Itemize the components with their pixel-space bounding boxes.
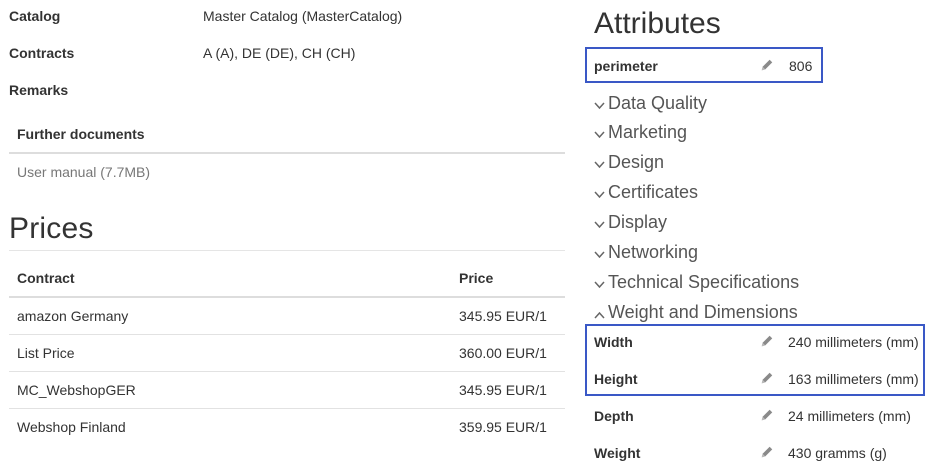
attribute-value: 430 gramms (g)	[788, 445, 887, 461]
contract-cell: Webshop Finland	[9, 407, 451, 445]
chevron-down-icon	[594, 276, 608, 291]
table-row: amazon Germany 345.95 EUR/1	[9, 297, 565, 334]
attribute-label: perimeter	[594, 58, 658, 74]
attribute-value: 24 millimeters (mm)	[788, 408, 911, 424]
prices-title: Prices	[9, 212, 94, 245]
group-certificates[interactable]: Certificates	[594, 182, 698, 203]
attribute-label: Height	[594, 371, 638, 387]
prices-header-row: Contract Price	[9, 259, 565, 298]
attribute-row-perimeter: perimeter 806	[586, 48, 823, 84]
price-cell: 359.95 EUR/1	[451, 407, 565, 445]
contract-cell: amazon Germany	[17, 307, 129, 324]
chevron-down-icon	[594, 246, 608, 261]
attribute-value: 806	[789, 58, 813, 74]
remarks-label: Remarks	[9, 82, 69, 98]
group-label: Design	[608, 152, 665, 172]
price-column-header: Price	[451, 259, 565, 298]
group-label: Networking	[608, 242, 699, 262]
user-manual-link[interactable]: User manual (7.7MB)	[17, 164, 150, 180]
pencil-icon[interactable]	[760, 334, 776, 350]
attribute-label: Weight	[594, 445, 641, 461]
chevron-down-icon	[594, 186, 608, 201]
group-weight-and-dimensions[interactable]: Weight and Dimensions	[594, 302, 798, 323]
further-documents-title: Further documents	[17, 126, 145, 142]
attribute-label: Width	[594, 334, 633, 350]
attribute-value: 240 millimeters (mm)	[788, 334, 919, 350]
group-networking[interactable]: Networking	[594, 242, 698, 263]
group-label: Marketing	[608, 122, 688, 142]
price-cell: 345.95 EUR/1	[459, 307, 547, 324]
group-label: Weight and Dimensions	[608, 302, 798, 322]
pencil-icon[interactable]	[760, 58, 776, 74]
contract-cell: MC_WebshopGER	[9, 370, 451, 408]
further-documents-header: Further documents	[9, 116, 565, 154]
chevron-down-icon	[594, 156, 608, 171]
attributes-title: Attributes	[594, 7, 721, 40]
attribute-value: 163 millimeters (mm)	[788, 371, 919, 387]
pencil-icon[interactable]	[760, 445, 776, 461]
group-data-quality[interactable]: Data Quality	[594, 93, 707, 114]
attribute-row-width: Width 240 millimeters (mm)	[586, 324, 934, 360]
table-row: MC_WebshopGER 345.95 EUR/1	[9, 370, 565, 408]
attribute-label: Depth	[594, 408, 634, 424]
group-technical-specifications[interactable]: Technical Specifications	[594, 272, 799, 293]
chevron-down-icon	[594, 97, 608, 112]
contracts-value: A (A), DE (DE), CH (CH)	[203, 45, 356, 61]
chevron-up-icon	[594, 306, 608, 321]
contract-column-header: Contract	[9, 259, 451, 298]
pencil-icon[interactable]	[760, 371, 776, 387]
group-design[interactable]: Design	[594, 152, 664, 173]
catalog-label: Catalog	[9, 8, 61, 24]
contract-cell: List Price	[9, 333, 451, 371]
prices-table: Contract Price amazon Germany 345.95 EUR…	[9, 259, 565, 445]
pencil-icon[interactable]	[760, 408, 776, 424]
group-label: Certificates	[608, 182, 699, 202]
catalog-value: Master Catalog (MasterCatalog)	[203, 8, 403, 24]
group-marketing[interactable]: Marketing	[594, 122, 687, 143]
contracts-label: Contracts	[9, 45, 75, 61]
attribute-row-height: Height 163 millimeters (mm)	[586, 361, 934, 397]
table-row: Webshop Finland 359.95 EUR/1	[9, 407, 565, 445]
chevron-down-icon	[594, 216, 608, 231]
group-display[interactable]: Display	[594, 212, 667, 233]
group-label: Technical Specifications	[608, 272, 800, 292]
price-cell: 345.95 EUR/1	[451, 370, 565, 408]
attribute-row-depth: Depth 24 millimeters (mm)	[586, 398, 934, 434]
group-label: Display	[608, 212, 668, 232]
prices-divider	[9, 250, 565, 251]
chevron-down-icon	[594, 126, 608, 141]
group-label: Data Quality	[608, 93, 708, 113]
attribute-row-weight: Weight 430 gramms (g)	[586, 435, 934, 465]
table-row: List Price 360.00 EUR/1	[9, 333, 565, 371]
price-cell: 360.00 EUR/1	[451, 333, 565, 371]
